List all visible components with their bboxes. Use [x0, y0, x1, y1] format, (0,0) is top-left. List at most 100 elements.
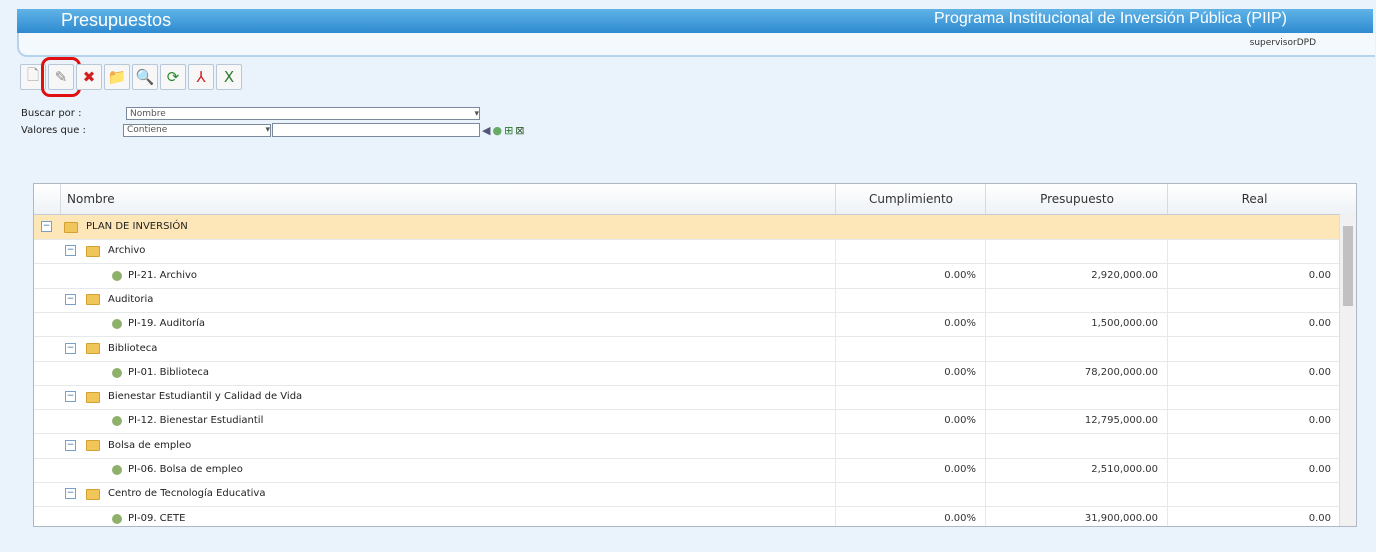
header-band — [17, 33, 1375, 57]
delete-button[interactable]: ✖ — [76, 64, 102, 90]
row-name-text: PI-19. Auditoría — [128, 318, 206, 330]
row-name: PLAN DE INVERSIÓN — [64, 215, 188, 239]
tree-group-row[interactable]: − PLAN DE INVERSIÓN — [34, 215, 1340, 240]
cell-real: 0.00 — [1167, 506, 1331, 526]
folder-icon — [64, 221, 78, 233]
values-select[interactable]: Contiene ▾ — [123, 123, 271, 137]
project-icon — [112, 270, 122, 281]
col-presupuesto[interactable]: Presupuesto — [985, 184, 1168, 214]
cell-cumplimiento: 0.00% — [835, 506, 976, 526]
chevron-down-icon: ▾ — [265, 125, 270, 135]
folder-button[interactable]: 📁 — [104, 64, 130, 90]
cell-cumplimiento — [835, 239, 976, 264]
folder-icon — [86, 488, 100, 500]
cell-presupuesto: 1,500,000.00 — [985, 312, 1158, 337]
project-icon — [112, 319, 122, 330]
clear-icon[interactable]: ● — [492, 124, 502, 137]
budget-tree-grid: Nombre Cumplimiento Presupuesto Real − PL… — [33, 183, 1357, 527]
table-row[interactable]: PI-12. Bienestar Estudiantil 0.00% 12,795,… — [34, 409, 1340, 435]
page-title: Presupuestos — [61, 10, 172, 30]
excel-button[interactable]: X — [216, 64, 242, 90]
table-row[interactable]: PI-19. Auditoría 0.00% 1,500,000.00 0.00 — [34, 312, 1340, 338]
chevron-down-icon: ▾ — [474, 108, 479, 119]
toolbar: 🗋 ✎ ✖ 📁 🔍 ⟳ ⅄ X — [20, 57, 242, 97]
folder-icon: 📁 — [107, 68, 127, 86]
pdf-button[interactable]: ⅄ — [188, 64, 214, 90]
folder-icon — [86, 343, 100, 354]
folder-icon — [86, 245, 100, 257]
edit-icon: ✎ — [54, 68, 68, 86]
search-by-row: Buscar por : Nombre ▾ — [21, 107, 480, 120]
cell-presupuesto: 2,510,000.00 — [985, 458, 1158, 482]
collapse-icon[interactable]: ⊠ — [515, 124, 524, 137]
row-name-text: PI-06. Bolsa de empleo — [128, 464, 243, 475]
table-row[interactable]: PI-06. Bolsa de empleo 0.00% 2,510,000.00 0… — [34, 458, 1340, 483]
collapse-toggle-icon[interactable]: − — [65, 488, 76, 500]
row-name: Archivo — [86, 239, 145, 263]
collapse-toggle-icon[interactable]: − — [65, 293, 76, 305]
cell-cumplimiento: 0.00% — [835, 360, 976, 385]
row-name: PI-19. Auditoría — [112, 312, 205, 336]
row-name-text: PLAN DE INVERSIÓN — [86, 221, 188, 232]
grid-header: Nombre Cumplimiento Presupuesto Real — [34, 184, 1356, 215]
row-name: PI-12. Bienestar Estudiantil — [112, 409, 263, 433]
new-button[interactable]: 🗋 — [20, 64, 46, 90]
col-real[interactable]: Real — [1167, 184, 1341, 214]
user-label: supervisorDPD — [1249, 38, 1316, 48]
cell-presupuesto — [985, 287, 1158, 312]
collapse-toggle-icon[interactable]: − — [41, 221, 52, 232]
table-row[interactable]: PI-09. CETE 0.00% 31,900,000.00 0.00 — [34, 506, 1340, 526]
scrollbar-thumb[interactable] — [1343, 226, 1353, 306]
cell-real: 0.00 — [1167, 458, 1331, 482]
search-icon[interactable]: ◀ — [482, 124, 490, 137]
search-by-select[interactable]: Nombre ▾ — [126, 107, 480, 120]
preview-button[interactable]: 🔍 — [132, 64, 158, 90]
col-nombre[interactable]: Nombre — [60, 184, 842, 214]
cell-real: 0.00 — [1167, 409, 1331, 434]
table-row[interactable]: PI-01. Biblioteca 0.00% 78,200,000.00 0.00 — [34, 360, 1340, 386]
collapse-toggle-icon[interactable]: − — [65, 439, 76, 451]
row-name: PI-01. Biblioteca — [112, 361, 209, 385]
tree-group-row[interactable]: − Centro de Tecnología Educativa — [34, 482, 1340, 508]
row-name-text: Biblioteca — [108, 342, 158, 354]
project-icon — [112, 367, 122, 378]
row-name: Auditoria — [86, 288, 153, 312]
collapse-toggle-icon[interactable]: − — [65, 342, 76, 354]
cell-real — [1167, 433, 1331, 458]
project-icon — [112, 465, 122, 475]
refresh-button[interactable]: ⟳ — [160, 64, 186, 90]
search-by-label: Buscar por : — [21, 108, 82, 119]
cell-real — [1167, 287, 1331, 312]
tree-group-row[interactable]: − Archivo — [34, 239, 1340, 265]
cell-presupuesto — [985, 336, 1158, 361]
row-name-text: Centro de Tecnología Educativa — [108, 488, 266, 500]
row-name: Bienestar Estudiantil y Calidad de Vida — [86, 385, 302, 409]
row-name: Biblioteca — [86, 337, 157, 361]
collapse-toggle-icon[interactable]: − — [65, 391, 76, 403]
tree-group-row[interactable]: − Bolsa de empleo — [34, 433, 1340, 459]
row-name-text: PI-01. Biblioteca — [128, 366, 210, 378]
edit-button[interactable]: ✎ — [41, 57, 81, 97]
col-cumplimiento[interactable]: Cumplimiento — [835, 184, 986, 214]
cell-presupuesto — [985, 385, 1158, 410]
cell-cumplimiento: 0.00% — [835, 312, 976, 337]
tree-group-row[interactable]: − Biblioteca — [34, 336, 1340, 362]
grid-scrollbar[interactable] — [1339, 214, 1356, 526]
project-icon — [112, 416, 122, 427]
expand-icon[interactable]: ⊞ — [504, 124, 513, 137]
collapse-toggle-icon[interactable]: − — [65, 245, 76, 257]
row-name-text: Bienestar Estudiantil y Calidad de Vida — [108, 391, 303, 403]
folder-icon — [86, 294, 100, 306]
cell-presupuesto: 78,200,000.00 — [985, 360, 1158, 385]
row-name: PI-06. Bolsa de empleo — [112, 458, 243, 482]
tree-group-row[interactable]: − Auditoria — [34, 287, 1340, 313]
cell-presupuesto — [985, 239, 1158, 264]
table-row[interactable]: PI-21. Archivo 0.00% 2,920,000.00 0.00 — [34, 263, 1340, 289]
delete-icon: ✖ — [82, 68, 96, 86]
cell-cumplimiento — [835, 385, 976, 410]
row-name: PI-09. CETE — [112, 507, 185, 526]
tree-group-row[interactable]: − Bienestar Estudiantil y Calidad de Vida — [34, 385, 1340, 411]
cell-real: 0.00 — [1167, 312, 1331, 337]
row-name-text: Auditoria — [108, 293, 154, 305]
search-input[interactable] — [272, 123, 480, 137]
